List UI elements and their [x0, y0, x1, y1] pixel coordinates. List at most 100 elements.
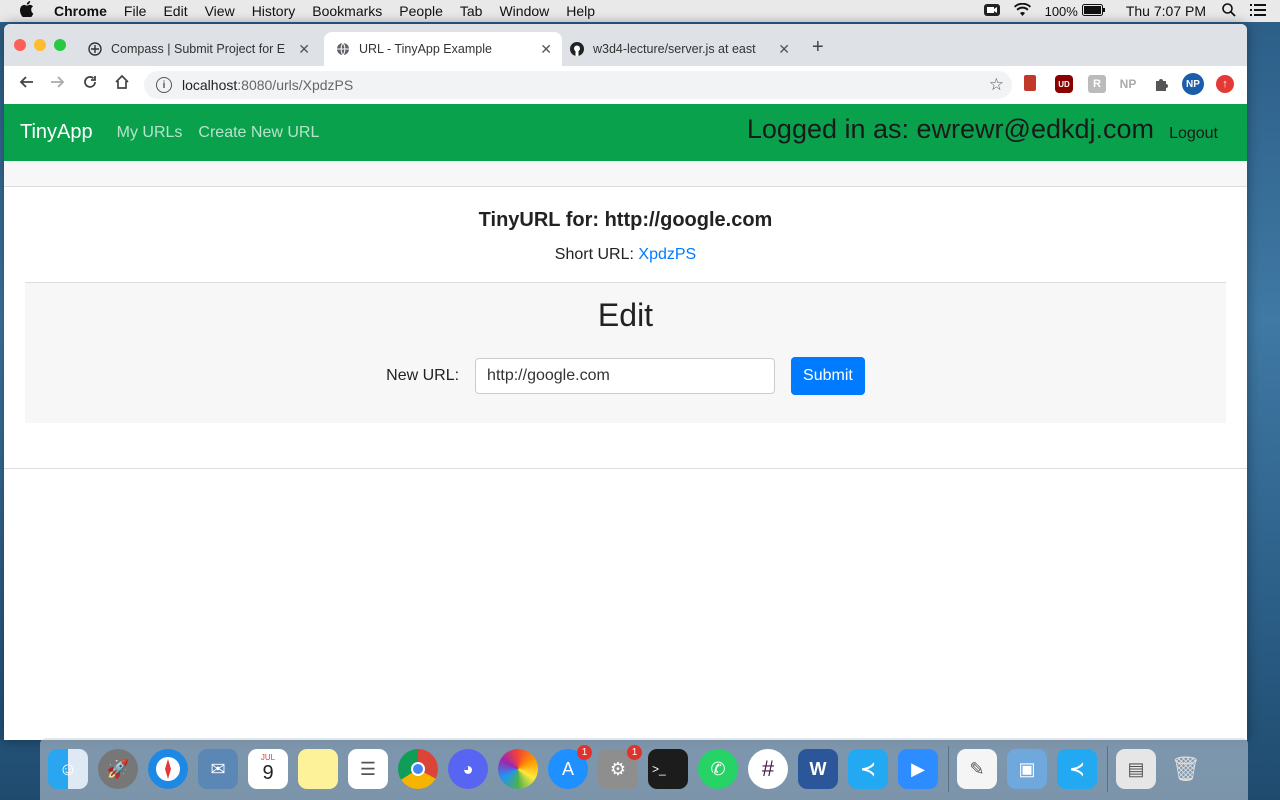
page-title: TinyURL for: http://google.com [478, 209, 773, 231]
dock-separator [948, 746, 949, 792]
calendar-month: JUL [260, 753, 276, 762]
logged-in-status: Logged in as: ewrewr@edkdj.com [746, 114, 1154, 144]
ublock-extension-icon[interactable]: UD [1055, 75, 1073, 93]
tab-title: Compass | Submit Project for E [111, 42, 286, 56]
tab-github[interactable]: w3d4-lecture/server.js at east ✕ [570, 32, 800, 66]
new-url-label: New URL: [386, 367, 460, 384]
divider [4, 468, 1247, 469]
mail-icon[interactable]: ✉ [198, 749, 238, 789]
close-tab-icon[interactable]: ✕ [778, 41, 790, 58]
tab-bar: Compass | Submit Project for E ✕ URL - T… [4, 24, 1247, 66]
tab-title: w3d4-lecture/server.js at east [593, 42, 756, 56]
whatsapp-icon[interactable]: ✆ [698, 749, 738, 789]
safari-icon[interactable] [148, 749, 188, 789]
home-icon[interactable] [114, 74, 130, 95]
calendar-day: 9 [262, 762, 274, 784]
menu-history[interactable]: History [252, 3, 296, 19]
discord-icon[interactable]: ◕ [448, 749, 488, 789]
bookmark-star-icon[interactable]: ☆ [989, 75, 1004, 95]
slack-icon[interactable]: # [748, 749, 788, 789]
clock[interactable]: Thu 7:07 PM [1126, 3, 1206, 19]
menu-tab[interactable]: Tab [460, 3, 483, 19]
zoom-window-button[interactable] [54, 39, 66, 51]
system-preferences-icon[interactable]: ⚙ 1 [598, 745, 642, 789]
nav-create-new-url[interactable]: Create New URL [198, 124, 319, 142]
tab-compass[interactable]: Compass | Submit Project for E ✕ [88, 32, 320, 66]
dock-separator [1107, 746, 1108, 792]
zoom-status-icon[interactable] [983, 3, 1000, 20]
sub-header-bar [4, 161, 1247, 187]
vscode-icon[interactable]: ≺ [848, 749, 888, 789]
browser-toolbar: i localhost:8080/urls/XpdzPS ☆ UD R NP N… [4, 66, 1247, 105]
readium-extension-icon[interactable]: R [1088, 75, 1106, 93]
menu-help[interactable]: Help [566, 3, 595, 19]
menu-window[interactable]: Window [499, 3, 549, 19]
update-icon[interactable]: ↑ [1216, 75, 1234, 93]
np-extension-text-icon[interactable]: NP [1119, 75, 1137, 93]
close-window-button[interactable] [14, 39, 26, 51]
app-navbar: TinyApp My URLs Create New URL Logged in… [4, 104, 1247, 161]
close-tab-icon[interactable]: ✕ [298, 41, 310, 58]
brand-link[interactable]: TinyApp [20, 121, 93, 144]
spotlight-search-icon[interactable] [1222, 2, 1236, 20]
globe-icon [336, 42, 350, 56]
notification-center-icon[interactable] [1250, 3, 1266, 19]
finder-icon[interactable]: ☺ [48, 749, 88, 789]
github-icon [570, 42, 584, 56]
forward-icon[interactable] [50, 74, 66, 95]
submit-button[interactable]: Submit [791, 357, 865, 395]
site-info-icon[interactable]: i [156, 77, 172, 93]
word-icon[interactable]: W [798, 749, 838, 789]
system-preferences-badge: 1 [627, 745, 642, 760]
tab-tinyapp[interactable]: URL - TinyApp Example ✕ [324, 32, 562, 66]
textedit-icon[interactable]: ✎ [957, 749, 997, 789]
url-host: localhost [182, 77, 238, 93]
nav-my-urls[interactable]: My URLs [117, 124, 183, 142]
puzzle-extensions-icon[interactable] [1152, 75, 1170, 93]
menu-bookmarks[interactable]: Bookmarks [312, 3, 382, 19]
photos-icon[interactable] [498, 749, 538, 789]
address-bar[interactable]: i localhost:8080/urls/XpdzPS ☆ [144, 71, 1012, 99]
file-icon[interactable]: ▤ [1116, 749, 1156, 789]
logout-button[interactable]: Logout [1169, 125, 1218, 143]
menu-people[interactable]: People [399, 3, 443, 19]
menu-app-name[interactable]: Chrome [54, 3, 107, 19]
profile-avatar[interactable]: NP [1182, 73, 1204, 95]
chrome-icon[interactable] [398, 749, 438, 789]
url-path: :8080/urls/XpdzPS [237, 77, 354, 93]
wifi-icon[interactable] [1013, 2, 1031, 19]
new-tab-icon[interactable]: + [812, 36, 824, 59]
vscode-2-icon[interactable]: ≺ [1057, 749, 1097, 789]
notes-icon[interactable] [298, 749, 338, 789]
back-icon[interactable] [18, 74, 34, 95]
main-content: TinyURL for: http://google.com Short URL… [4, 187, 1247, 423]
menu-edit[interactable]: Edit [163, 3, 187, 19]
app-store-icon[interactable]: A 1 [548, 745, 592, 789]
dock: ☺ 🚀 ✉ JUL 9 ☰ ◕ A 1 ⚙ 1 >_ ✆ # W ≺ ▶ ✎ ▣… [40, 738, 1248, 800]
bookmark-extension-icon[interactable] [1024, 75, 1036, 91]
close-tab-icon[interactable]: ✕ [540, 41, 552, 58]
launchpad-icon[interactable]: 🚀 [98, 749, 138, 789]
app-store-badge: 1 [577, 745, 592, 760]
battery-percent[interactable]: 100% [1045, 4, 1078, 19]
browser-window: Compass | Submit Project for E ✕ URL - T… [4, 24, 1247, 740]
trash-icon[interactable]: 🗑 [1166, 749, 1206, 789]
calendar-icon[interactable]: JUL 9 [248, 749, 288, 789]
minimize-window-button[interactable] [34, 39, 46, 51]
reload-icon[interactable] [82, 74, 98, 95]
terminal-icon[interactable]: >_ [648, 749, 688, 789]
preview-icon[interactable]: ▣ [1007, 749, 1047, 789]
battery-icon[interactable] [1081, 3, 1106, 19]
window-controls [14, 39, 66, 51]
short-url-link[interactable]: XpdzPS [638, 246, 696, 263]
menu-file[interactable]: File [124, 3, 147, 19]
compass-icon [88, 42, 102, 56]
edit-panel: Edit New URL: Submit [25, 282, 1226, 423]
new-url-input[interactable] [475, 358, 776, 394]
reminders-icon[interactable]: ☰ [348, 749, 388, 789]
zoom-icon[interactable]: ▶ [898, 749, 938, 789]
short-url-line: Short URL: XpdzPS [4, 246, 1247, 264]
apple-icon[interactable] [19, 1, 38, 21]
menu-view[interactable]: View [205, 3, 235, 19]
edit-heading: Edit [597, 297, 654, 333]
